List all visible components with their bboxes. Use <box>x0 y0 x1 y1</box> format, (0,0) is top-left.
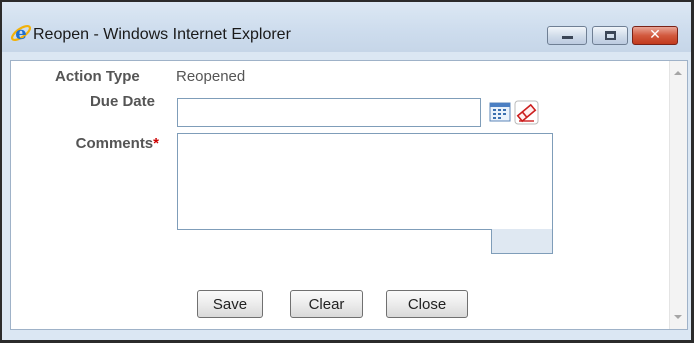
dialog-content: Action Type Reopened Due Date Comments* … <box>10 60 688 330</box>
close-button[interactable]: Close <box>386 290 468 318</box>
scroll-down-icon[interactable] <box>674 315 682 319</box>
title-bar[interactable]: e Reopen - Windows Internet Explorer ✕ <box>2 2 691 52</box>
window-title: Reopen - Windows Internet Explorer <box>33 26 291 43</box>
maximize-icon <box>605 31 616 40</box>
maximize-button[interactable] <box>592 26 628 45</box>
calendar-icon[interactable] <box>489 101 511 123</box>
textarea-resize-handle[interactable] <box>491 229 553 254</box>
action-type-label: Action Type <box>55 68 140 85</box>
comments-textarea[interactable] <box>177 133 553 230</box>
internet-explorer-icon: e <box>10 22 32 44</box>
close-window-button[interactable]: ✕ <box>632 26 678 45</box>
required-marker: * <box>153 135 159 152</box>
due-date-label: Due Date <box>89 93 155 110</box>
minimize-icon <box>562 36 573 39</box>
vertical-scrollbar[interactable] <box>669 61 687 329</box>
minimize-button[interactable] <box>547 26 587 45</box>
svg-text:e: e <box>15 23 26 44</box>
comments-label-text: Comments <box>75 135 154 152</box>
clear-button[interactable]: Clear <box>290 290 363 318</box>
due-date-input[interactable] <box>177 98 481 127</box>
close-icon: ✕ <box>649 27 661 43</box>
comments-label: Comments* <box>41 135 159 152</box>
eraser-icon[interactable] <box>514 100 539 125</box>
browser-popup-window: e Reopen - Windows Internet Explorer ✕ A… <box>0 0 694 343</box>
action-type-value: Reopened <box>176 68 246 85</box>
scroll-up-icon[interactable] <box>674 71 682 75</box>
save-button[interactable]: Save <box>197 290 263 318</box>
